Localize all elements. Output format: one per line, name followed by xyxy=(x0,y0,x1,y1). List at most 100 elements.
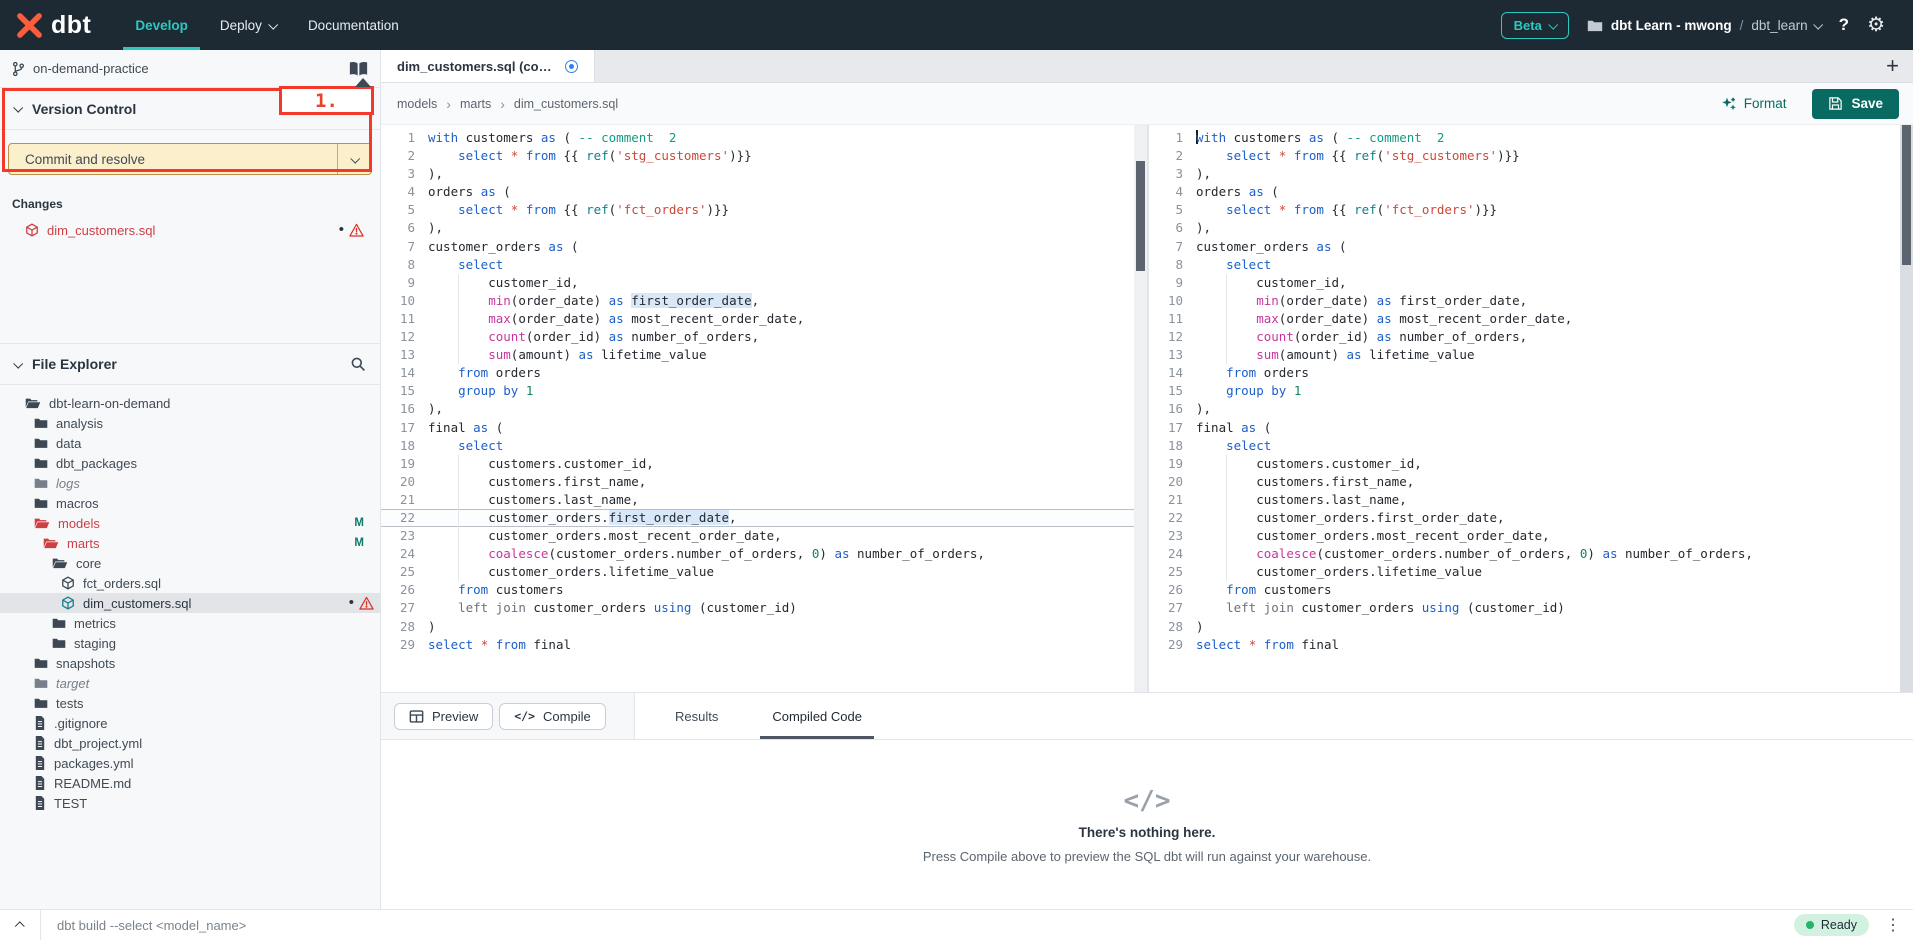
explorer-item-tests[interactable]: tests xyxy=(0,693,380,713)
code-line[interactable]: 26 from customers xyxy=(381,581,1147,599)
code-line[interactable]: 21 customers.last_name, xyxy=(1149,491,1913,509)
code-line[interactable]: 24 coalesce(customer_orders.number_of_or… xyxy=(381,545,1147,563)
format-button[interactable]: Format xyxy=(1721,96,1787,112)
environment-select[interactable]: dbt_learn xyxy=(1751,18,1820,33)
code-line[interactable]: 13 sum(amount) as lifetime_value xyxy=(1149,346,1913,364)
code-line[interactable]: 12 count(order_id) as number_of_orders, xyxy=(381,328,1147,346)
code-line[interactable]: 28) xyxy=(381,618,1147,636)
code-line[interactable]: 23 customer_orders.most_recent_order_dat… xyxy=(381,527,1147,545)
save-button[interactable]: Save xyxy=(1812,89,1899,119)
breadcrumb-marts[interactable]: marts xyxy=(460,97,491,111)
code-line[interactable]: 17final as ( xyxy=(1149,419,1913,437)
code-line[interactable]: 2 select * from {{ ref('stg_customers')}… xyxy=(1149,147,1913,165)
help-icon[interactable]: ? xyxy=(1839,15,1849,35)
explorer-item-packages-yml[interactable]: packages.yml xyxy=(0,753,380,773)
code-line[interactable]: 21 customers.last_name, xyxy=(381,491,1147,509)
code-line[interactable]: 23 customer_orders.most_recent_order_dat… xyxy=(1149,527,1913,545)
code-line[interactable]: 3), xyxy=(381,165,1147,183)
project-switcher[interactable]: dbt Learn - mwong / dbt_learn xyxy=(1587,18,1821,33)
code-line[interactable]: 7customer_orders as ( xyxy=(1149,238,1913,256)
code-line[interactable]: 20 customers.first_name, xyxy=(381,473,1147,491)
code-line[interactable]: 18 select xyxy=(1149,437,1913,455)
code-line[interactable]: 3), xyxy=(1149,165,1913,183)
beta-badge[interactable]: Beta xyxy=(1501,12,1569,39)
code-line[interactable]: 25 customer_orders.lifetime_value xyxy=(1149,563,1913,581)
code-line[interactable]: 29select * from final xyxy=(1149,636,1913,654)
code-line[interactable]: 4orders as ( xyxy=(381,183,1147,201)
code-line[interactable]: 10 min(order_date) as first_order_date, xyxy=(381,292,1147,310)
explorer-item-analysis[interactable]: analysis xyxy=(0,413,380,433)
code-line[interactable]: 20 customers.first_name, xyxy=(1149,473,1913,491)
nav-documentation[interactable]: Documentation xyxy=(292,0,415,50)
code-line[interactable]: 22 customer_orders.first_order_date, xyxy=(381,509,1147,527)
right-code-pane[interactable]: 1with customers as ( -- comment 22 selec… xyxy=(1149,125,1913,692)
explorer-item-data[interactable]: data xyxy=(0,433,380,453)
docs-book-icon[interactable] xyxy=(349,61,368,77)
explorer-item-metrics[interactable]: metrics xyxy=(0,613,380,633)
code-line[interactable]: 10 min(order_date) as first_order_date, xyxy=(1149,292,1913,310)
code-line[interactable]: 6), xyxy=(381,219,1147,237)
code-line[interactable]: 16), xyxy=(381,400,1147,418)
dbt-logo[interactable]: dbt xyxy=(16,0,91,50)
code-line[interactable]: 27 left join customer_orders using (cust… xyxy=(1149,599,1913,617)
nav-develop[interactable]: Develop xyxy=(119,0,204,50)
nav-deploy[interactable]: Deploy xyxy=(204,0,292,50)
code-line[interactable]: 18 select xyxy=(381,437,1147,455)
gear-icon[interactable]: ⚙ xyxy=(1867,15,1885,35)
code-line[interactable]: 25 customer_orders.lifetime_value xyxy=(381,563,1147,581)
file-explorer-header[interactable]: File Explorer xyxy=(0,343,380,385)
code-line[interactable]: 4orders as ( xyxy=(1149,183,1913,201)
commit-and-resolve-button[interactable]: Commit and resolve xyxy=(8,143,372,175)
code-line[interactable]: 16), xyxy=(1149,400,1913,418)
explorer-item-snapshots[interactable]: snapshots xyxy=(0,653,380,673)
code-line[interactable]: 6), xyxy=(1149,219,1913,237)
new-tab-button[interactable]: + xyxy=(1872,50,1913,82)
tab-dim-customers[interactable]: dim_customers.sql (confli... xyxy=(381,50,595,82)
code-line[interactable]: 28) xyxy=(1149,618,1913,636)
code-line[interactable]: 8 select xyxy=(381,256,1147,274)
code-line[interactable]: 15 group by 1 xyxy=(1149,382,1913,400)
code-line[interactable]: 19 customers.customer_id, xyxy=(381,455,1147,473)
code-line[interactable]: 8 select xyxy=(1149,256,1913,274)
code-line[interactable]: 13 sum(amount) as lifetime_value xyxy=(381,346,1147,364)
code-line[interactable]: 26 from customers xyxy=(1149,581,1913,599)
explorer-item-readme-md[interactable]: README.md xyxy=(0,773,380,793)
code-line[interactable]: 19 customers.customer_id, xyxy=(1149,455,1913,473)
code-line[interactable]: 12 count(order_id) as number_of_orders, xyxy=(1149,328,1913,346)
code-line[interactable]: 14 from orders xyxy=(1149,364,1913,382)
preview-button[interactable]: Preview xyxy=(394,703,493,730)
search-icon[interactable] xyxy=(350,356,366,372)
code-line[interactable]: 24 coalesce(customer_orders.number_of_or… xyxy=(1149,545,1913,563)
tab-compiled-code[interactable]: Compiled Code xyxy=(760,693,874,739)
code-line[interactable]: 1with customers as ( -- comment 2 xyxy=(381,129,1147,147)
command-input[interactable] xyxy=(41,918,1794,933)
chevron-up-icon[interactable] xyxy=(0,922,40,929)
code-line[interactable]: 11 max(order_date) as most_recent_order_… xyxy=(1149,310,1913,328)
code-line[interactable]: 27 left join customer_orders using (cust… xyxy=(381,599,1147,617)
explorer-item-core[interactable]: core xyxy=(0,553,380,573)
explorer-item-models[interactable]: modelsM xyxy=(0,513,380,533)
explorer-item-target[interactable]: target xyxy=(0,673,380,693)
code-line[interactable]: 15 group by 1 xyxy=(381,382,1147,400)
explorer-item-dim-customers-sql[interactable]: dim_customers.sql• xyxy=(0,593,380,613)
code-line[interactable]: 2 select * from {{ ref('stg_customers')}… xyxy=(381,147,1147,165)
code-line[interactable]: 1with customers as ( -- comment 2 xyxy=(1149,129,1913,147)
code-line[interactable]: 17final as ( xyxy=(381,419,1147,437)
tab-results[interactable]: Results xyxy=(663,693,730,739)
breadcrumb-file[interactable]: dim_customers.sql xyxy=(514,97,618,111)
explorer-item-macros[interactable]: macros xyxy=(0,493,380,513)
code-line[interactable]: 29select * from final xyxy=(381,636,1147,654)
branch-row[interactable]: on-demand-practice xyxy=(0,50,380,88)
version-control-header[interactable]: Version Control xyxy=(0,88,380,130)
explorer-item-staging[interactable]: staging xyxy=(0,633,380,653)
explorer-item-marts[interactable]: martsM xyxy=(0,533,380,553)
kebab-menu-icon[interactable]: ⋮ xyxy=(1885,915,1901,935)
code-line[interactable]: 5 select * from {{ ref('fct_orders')}} xyxy=(381,201,1147,219)
code-line[interactable]: 7customer_orders as ( xyxy=(381,238,1147,256)
compile-button[interactable]: </> Compile xyxy=(499,703,605,730)
explorer-item-logs[interactable]: logs xyxy=(0,473,380,493)
explorer-item-dbt-packages[interactable]: dbt_packages xyxy=(0,453,380,473)
explorer-item-dbt-project-yml[interactable]: dbt_project.yml xyxy=(0,733,380,753)
code-line[interactable]: 22 customer_orders.first_order_date, xyxy=(1149,509,1913,527)
code-line[interactable]: 14 from orders xyxy=(381,364,1147,382)
